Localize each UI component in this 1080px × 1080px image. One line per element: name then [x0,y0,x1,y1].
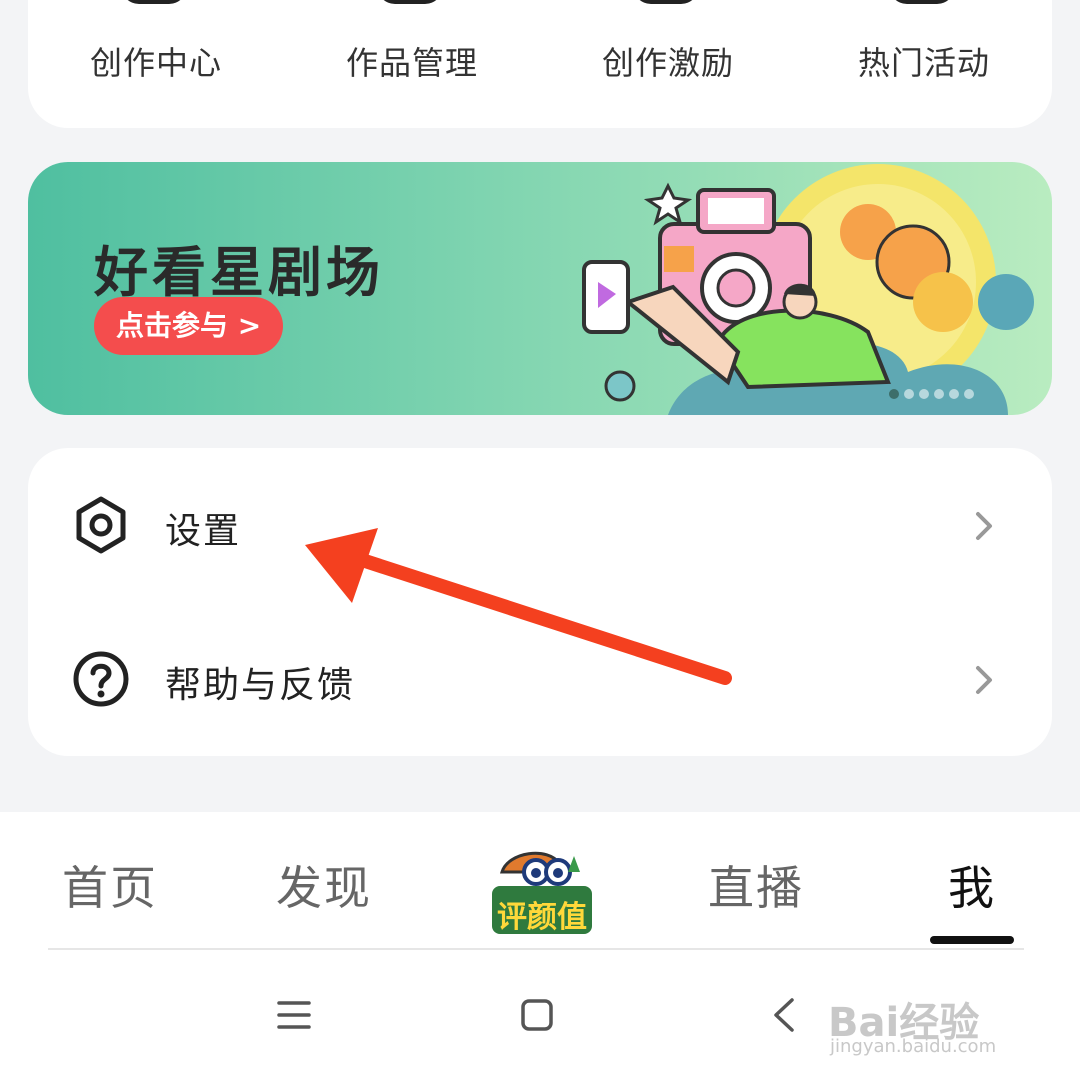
tool-label: 创作中心 [89,44,222,82]
tab-center-badge[interactable]: 评颜值 [488,842,596,938]
chevron-right-icon [976,666,992,694]
menu-item-help-feedback[interactable]: 帮助与反馈 [28,602,1052,756]
tool-hot-activity[interactable]: 热门活动 [824,0,1024,90]
chevron-right-icon [976,512,992,540]
hamburger-icon[interactable] [276,998,312,1032]
menu-item-settings[interactable]: 设置 [28,448,1052,602]
pagination-dot [919,389,929,399]
tool-creation-center[interactable]: 创作中心 [56,0,256,90]
square-home-icon[interactable] [520,998,554,1032]
menu-item-label: 帮助与反馈 [165,665,356,706]
gear-icon [76,496,126,554]
creator-tools-card: 创作中心 作品管理 创作激励 热门活动 [28,0,1052,128]
pagination-dot [889,389,899,399]
tool-label: 作品管理 [345,44,478,82]
badge-text: 评颜值 [497,900,587,935]
settings-list-card: 设置 帮助与反馈 [28,448,1052,756]
tab-home[interactable]: 首页 [62,852,158,918]
banner-title: 好看星剧场 [94,241,384,304]
system-nav-bar: Bai经验 jingyan.baidu.com [0,952,1080,1080]
tab-bar-divider [48,948,1024,950]
creation-center-icon [121,0,187,4]
tool-works-manage[interactable]: 作品管理 [312,0,512,90]
tool-label: 创作激励 [601,44,734,82]
hot-activity-icon [889,0,955,4]
pagination-dot [964,389,974,399]
back-chevron-icon[interactable] [770,996,798,1034]
creation-incentive-icon [633,0,699,4]
tab-me[interactable]: 我 [948,852,996,918]
pagination-dot [904,389,914,399]
watermark-url: jingyan.baidu.com [830,1036,997,1057]
active-tab-indicator [930,936,1014,944]
bottom-tab-bar: 首页 发现 评颜值 直播 我 [0,812,1080,952]
tab-discover[interactable]: 发现 [276,852,372,918]
tool-creation-incentive[interactable]: 创作激励 [568,0,768,90]
tab-live[interactable]: 直播 [708,852,804,918]
help-question-icon [73,651,129,707]
menu-item-label: 设置 [165,511,242,552]
pagination-dot [949,389,959,399]
works-manage-icon [377,0,443,4]
pagination-dot [934,389,944,399]
banner-illustration [582,164,1034,415]
promo-banner[interactable]: 好看星剧场 点击参与 > [28,162,1052,415]
banner-join-button[interactable]: 点击参与 > [94,297,284,355]
tool-label: 热门活动 [857,44,990,82]
banner-pagination [889,389,974,399]
